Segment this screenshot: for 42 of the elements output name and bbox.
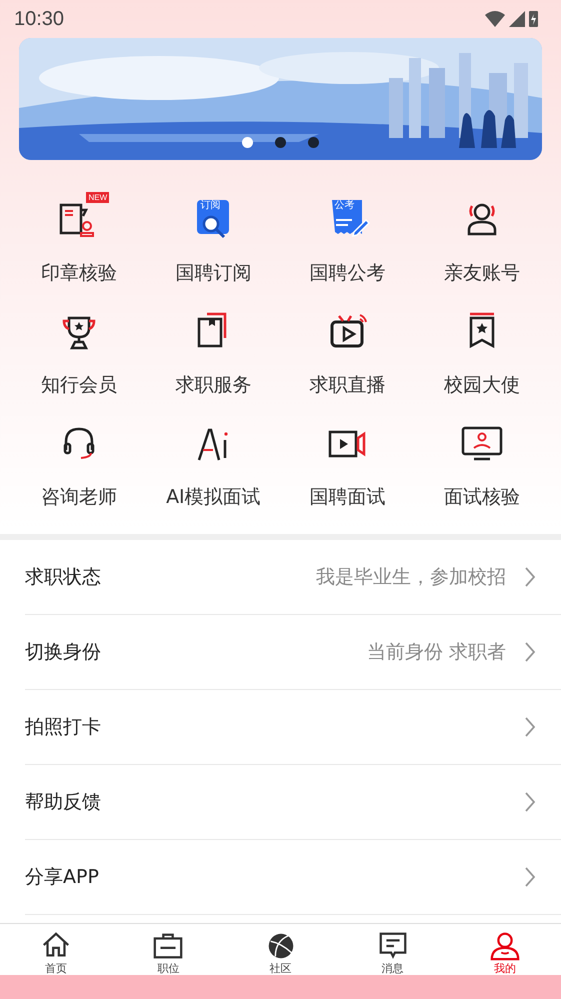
chevron-right-icon — [524, 791, 536, 813]
settings-row[interactable]: 帮助反馈 — [25, 765, 561, 840]
shortcut-label[interactable]: 亲友账号 — [444, 258, 520, 288]
nav-tab[interactable]: 社区 — [224, 924, 337, 975]
wifi-icon — [485, 9, 505, 29]
row-label: 拍照打卡 — [25, 715, 101, 740]
settings-row[interactable]: 分享APP — [25, 840, 561, 915]
settings-row[interactable]: 求职状态 我是毕业生，参加校招 — [25, 540, 561, 615]
shortcut-label[interactable]: 印章核验 — [41, 258, 118, 288]
shortcut-label[interactable]: 求职服务 — [175, 370, 252, 400]
settings-row[interactable]: 切换身份 当前身份 求职者 — [25, 615, 561, 690]
status-time: 10:30 — [14, 8, 64, 30]
row-label: 分享APP — [25, 865, 99, 890]
icon-label: 订阅 — [200, 200, 220, 212]
shortcut-label[interactable]: 面试核验 — [444, 482, 520, 512]
nav-tab[interactable]: 职位 — [112, 924, 224, 975]
shortcut-label[interactable]: 求职直播 — [310, 370, 386, 400]
chevron-right-icon — [524, 641, 536, 663]
shortcut-label[interactable]: 咨询老师 — [41, 482, 118, 512]
shortcut-label[interactable]: 国聘公考 — [310, 258, 386, 288]
shortcut-label[interactable]: 校园大使 — [444, 370, 520, 400]
new-badge: NEW — [86, 192, 110, 203]
settings-row[interactable]: 拍照打卡 — [25, 690, 561, 765]
row-label: 求职状态 — [25, 565, 101, 590]
chevron-right-icon — [524, 716, 536, 738]
chevron-right-icon — [524, 866, 536, 888]
shortcut-label[interactable]: AI模拟面试 — [166, 482, 261, 512]
nav-tab[interactable]: 消息 — [336, 924, 449, 975]
row-value: 当前身份 求职者 — [366, 640, 506, 665]
icon-label: 公考 — [334, 200, 355, 212]
shortcut-label[interactable]: 知行会员 — [41, 370, 118, 400]
signal-icon — [509, 9, 525, 29]
row-label: 切换身份 — [25, 640, 101, 665]
nav-tab[interactable]: 首页 — [0, 924, 112, 975]
chevron-right-icon — [524, 566, 536, 588]
row-value: 我是毕业生，参加校招 — [316, 565, 506, 590]
battery-icon — [529, 9, 539, 29]
nav-tab[interactable]: 我的 — [448, 924, 561, 975]
shortcut-label[interactable]: 国聘面试 — [310, 482, 386, 512]
shortcut-label[interactable]: 国聘订阅 — [175, 258, 252, 288]
person-icon — [488, 930, 522, 962]
row-label: 帮助反馈 — [25, 790, 101, 815]
